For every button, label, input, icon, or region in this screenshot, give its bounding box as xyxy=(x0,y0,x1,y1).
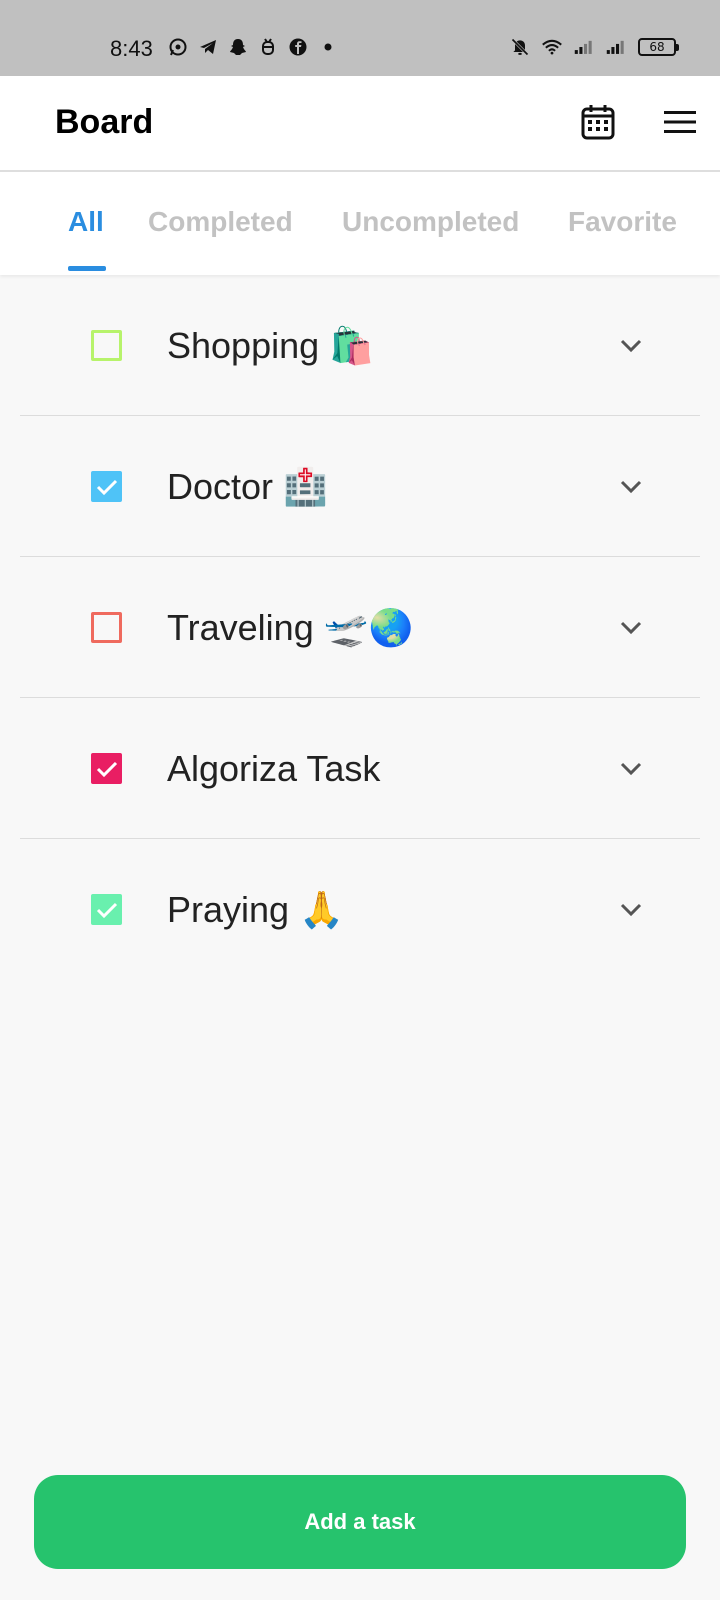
signal-icon xyxy=(606,37,626,57)
calendar-icon[interactable] xyxy=(578,102,618,142)
task-checkbox[interactable] xyxy=(91,894,122,925)
active-tab-indicator xyxy=(68,266,106,271)
whatsapp-icon xyxy=(168,37,188,57)
task-checkbox[interactable] xyxy=(91,330,122,361)
add-task-button[interactable]: Add a task xyxy=(34,1475,686,1569)
list-item: Traveling 🛫🌏 xyxy=(20,557,700,698)
chevron-down-icon[interactable] xyxy=(616,472,646,502)
tab-all[interactable]: All xyxy=(68,206,104,238)
chevron-down-icon[interactable] xyxy=(616,754,646,784)
facebook-icon xyxy=(288,37,308,57)
status-bar: 8:43 68 xyxy=(0,0,720,76)
task-label: Doctor 🏥 xyxy=(167,466,328,507)
list-item: Doctor 🏥 xyxy=(20,416,700,557)
list-item: Algoriza Task xyxy=(20,698,700,839)
wifi-icon xyxy=(542,37,562,57)
task-label: Praying 🙏 xyxy=(167,889,344,930)
task-checkbox[interactable] xyxy=(91,471,122,502)
task-label: Traveling 🛫🌏 xyxy=(167,607,414,648)
dot-icon xyxy=(318,37,338,57)
tab-uncompleted[interactable]: Uncompleted xyxy=(342,206,519,238)
task-checkbox[interactable] xyxy=(91,612,122,643)
task-label: Shopping 🛍️ xyxy=(167,325,374,366)
chevron-down-icon[interactable] xyxy=(616,613,646,643)
chevron-down-icon[interactable] xyxy=(616,331,646,361)
system-icons: 68 xyxy=(510,37,679,57)
status-time: 8:43 xyxy=(110,36,153,61)
mute-icon xyxy=(510,37,530,57)
filter-tabs: All Completed Uncompleted Favorite xyxy=(0,172,720,275)
app-bar: Board xyxy=(0,76,720,172)
notification-icons xyxy=(168,37,338,57)
chevron-down-icon[interactable] xyxy=(616,895,646,925)
list-item: Shopping 🛍️ xyxy=(20,275,700,416)
bug-icon xyxy=(258,37,278,57)
battery-indicator: 68 xyxy=(638,38,679,56)
snapchat-icon xyxy=(228,37,248,57)
tab-completed[interactable]: Completed xyxy=(148,206,293,238)
tab-favorite[interactable]: Favorite xyxy=(568,206,677,238)
hamburger-menu-icon[interactable] xyxy=(660,102,700,142)
telegram-icon xyxy=(198,37,218,57)
task-checkbox[interactable] xyxy=(91,753,122,784)
task-label: Algoriza Task xyxy=(167,748,381,789)
page-title: Board xyxy=(55,103,154,141)
list-item: Praying 🙏 xyxy=(20,839,700,980)
signal-icon xyxy=(574,37,594,57)
